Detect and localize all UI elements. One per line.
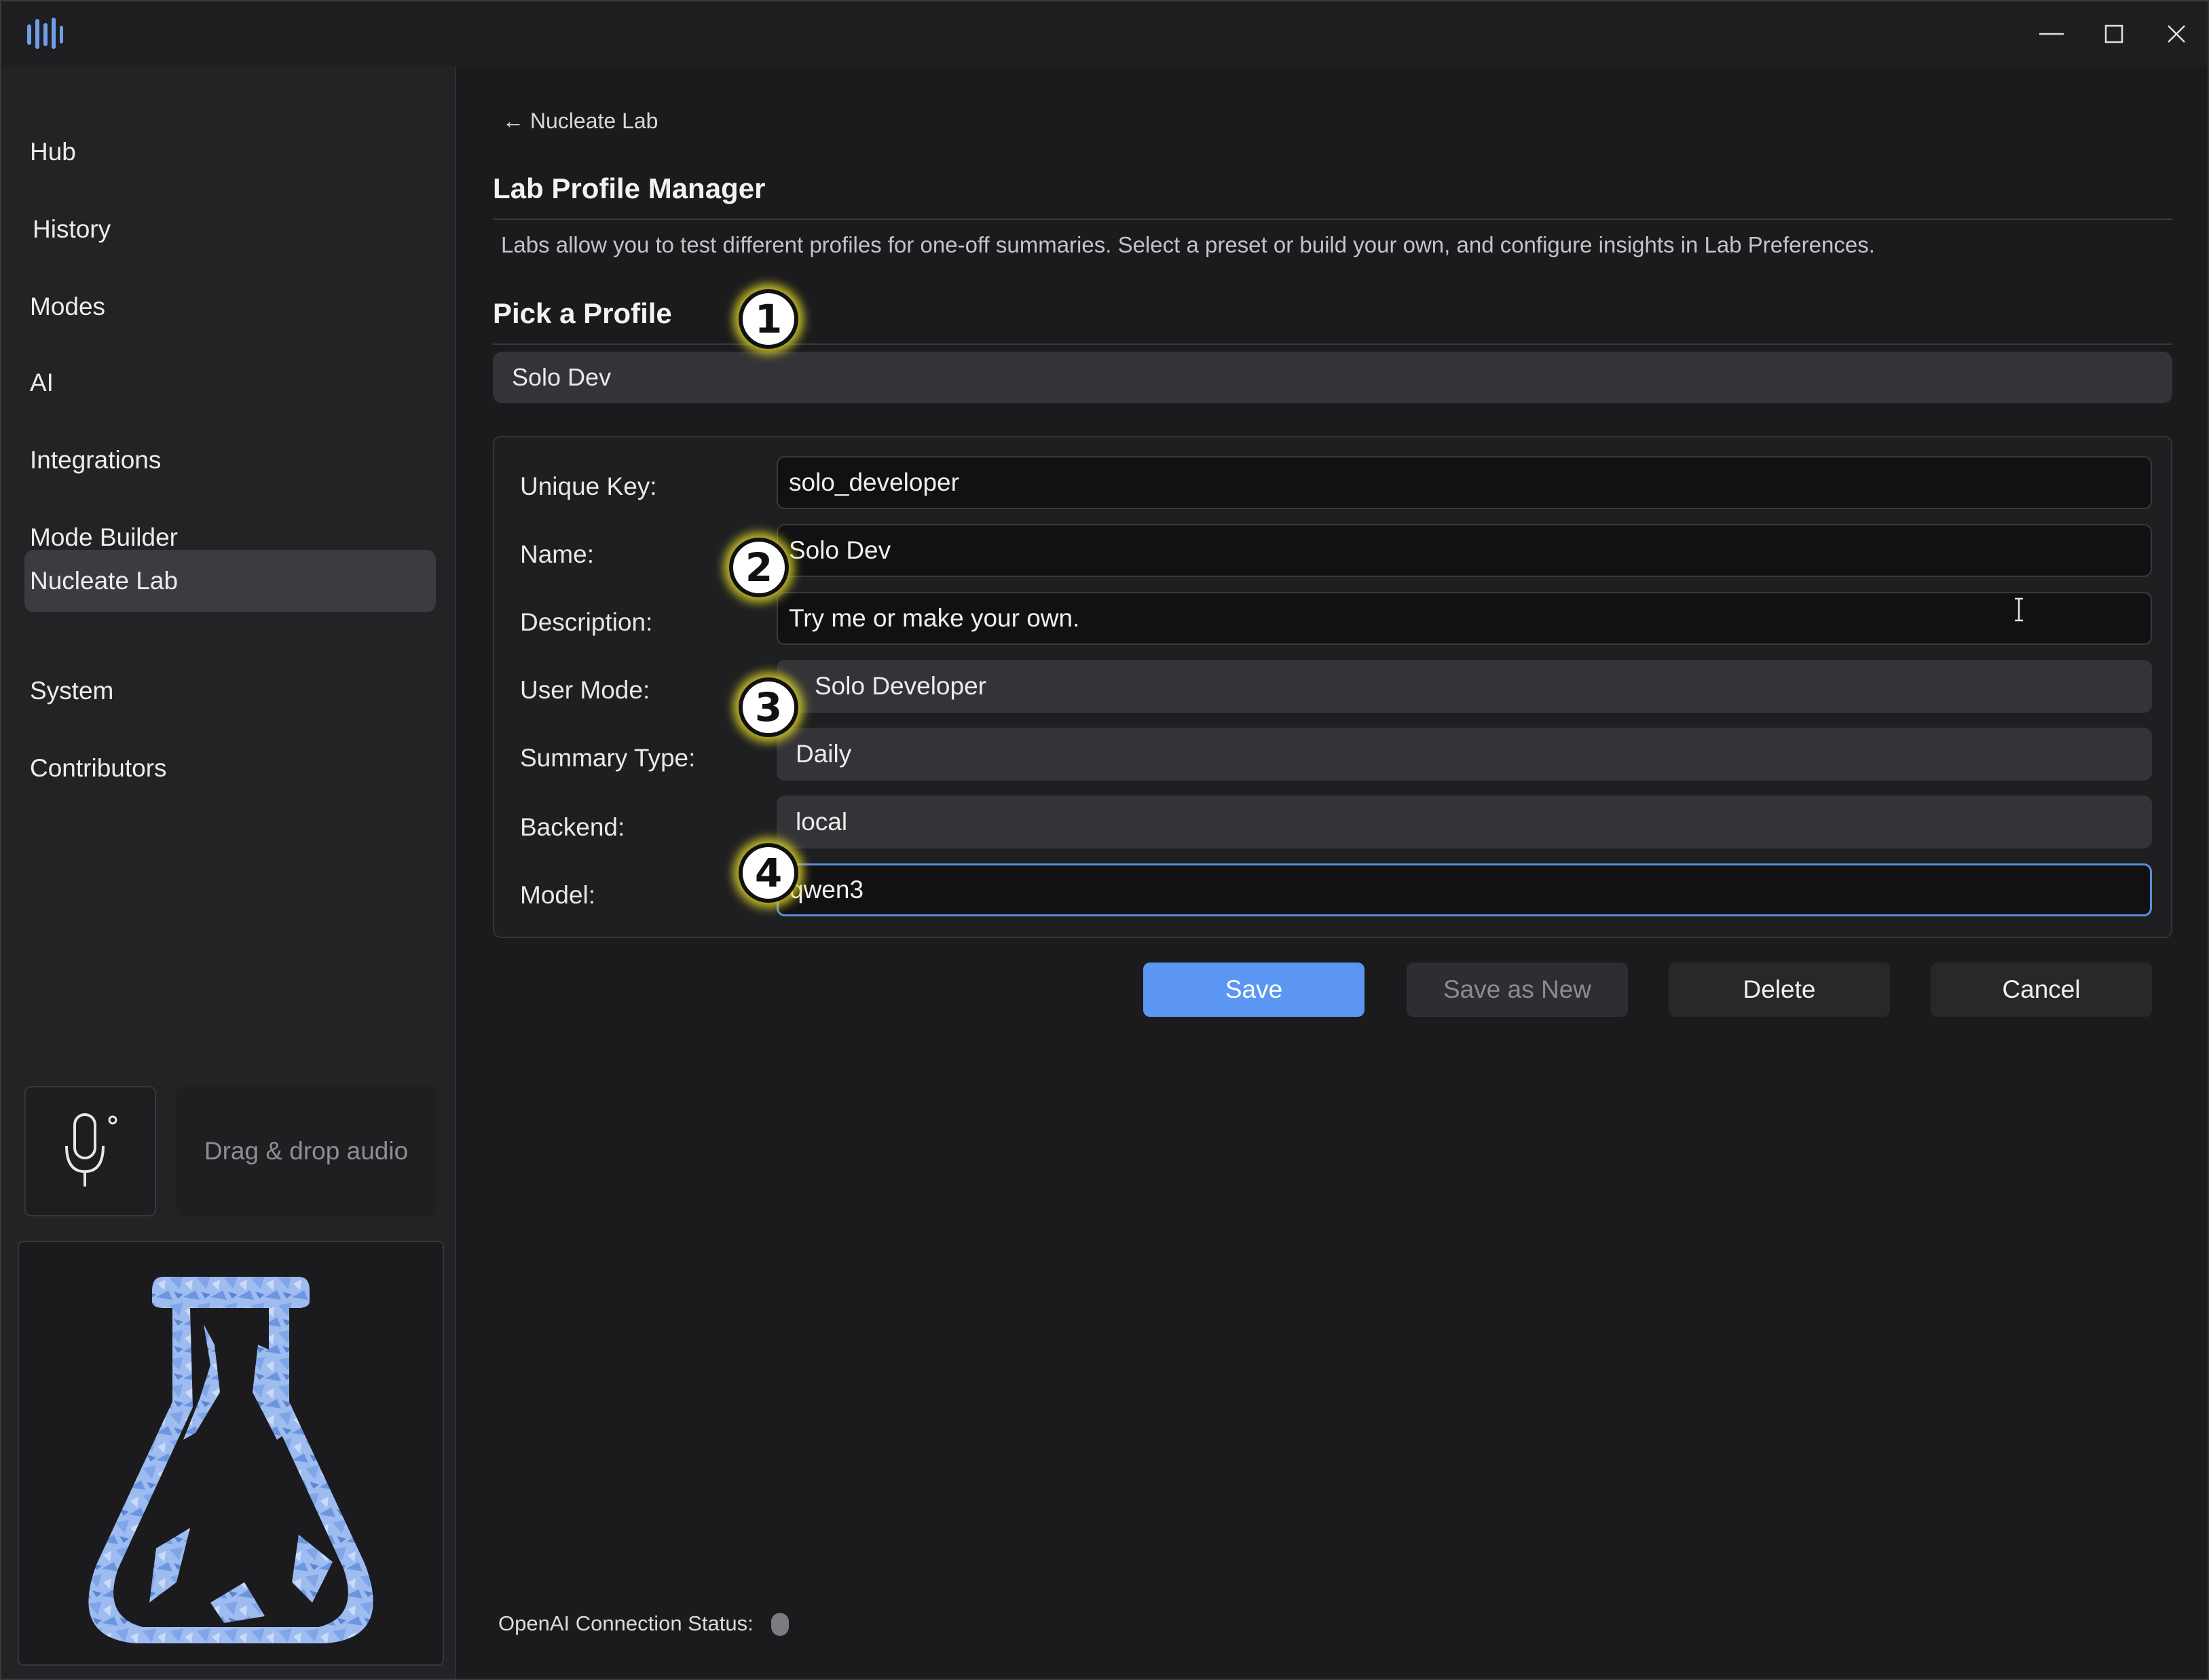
model-input[interactable]: qwen3: [777, 863, 2152, 916]
app-window: Hub History Modes AI Integrations Mode B…: [0, 0, 2209, 1680]
pick-profile-heading: Pick a Profile: [493, 297, 672, 329]
title-bar: [1, 1, 2208, 67]
sidebar-item-system[interactable]: System: [24, 660, 436, 722]
flask-illustration-panel: [18, 1241, 444, 1666]
minimize-icon: [2039, 33, 2064, 35]
name-label: Name:: [520, 540, 594, 568]
sidebar: Hub History Modes AI Integrations Mode B…: [1, 67, 456, 1679]
backend-label: Backend:: [520, 813, 625, 841]
cancel-button[interactable]: Cancel: [1931, 963, 2152, 1017]
dropzone-label: Drag & drop audio: [204, 1137, 409, 1165]
callout-marker-4: 4: [739, 843, 798, 903]
audio-dropzone[interactable]: Drag & drop audio: [177, 1086, 436, 1216]
section-divider: [493, 343, 2172, 345]
app-logo-icon: [27, 18, 63, 49]
save-button[interactable]: Save: [1143, 963, 1365, 1017]
sidebar-item-hub[interactable]: Hub: [24, 121, 436, 183]
description-label: Description:: [520, 608, 653, 636]
callout-marker-1: 1: [739, 289, 798, 349]
sidebar-item-ai[interactable]: AI: [24, 352, 436, 414]
close-icon: [2168, 25, 2185, 43]
backend-select[interactable]: local: [777, 796, 2152, 848]
minimize-button[interactable]: [2020, 1, 2083, 67]
profile-select[interactable]: Solo Dev: [493, 352, 2172, 403]
description-input[interactable]: Try me or make your own.: [777, 592, 2152, 645]
flask-icon: [88, 1277, 373, 1643]
close-button[interactable]: [2145, 1, 2208, 67]
main-content: ← Nucleate Lab Lab Profile Manager Labs …: [458, 67, 2208, 1679]
callout-marker-2: 2: [729, 538, 789, 597]
record-button[interactable]: [24, 1086, 156, 1216]
maximize-icon: [2104, 24, 2123, 43]
connection-status-label: OpenAI Connection Status:: [498, 1611, 754, 1635]
intro-text: Labs allow you to test different profile…: [501, 232, 1875, 257]
user-mode-label: User Mode:: [520, 676, 650, 704]
model-label: Model:: [520, 881, 596, 909]
connection-status-indicator: [771, 1613, 789, 1636]
title-divider: [493, 219, 2172, 220]
unique-key-label: Unique Key:: [520, 472, 657, 500]
sidebar-item-nucleate-lab[interactable]: Nucleate Lab: [24, 550, 436, 612]
sidebar-item-contributors[interactable]: Contributors: [24, 737, 436, 800]
sidebar-item-history[interactable]: History: [24, 198, 436, 261]
back-link[interactable]: ← Nucleate Lab: [502, 109, 658, 134]
user-mode-select[interactable]: Solo Developer: [777, 660, 2152, 713]
summary-type-select[interactable]: Daily: [777, 728, 2152, 781]
summary-type-label: Summary Type:: [520, 744, 696, 772]
unique-key-input[interactable]: solo_developer: [777, 456, 2152, 509]
save-as-new-button[interactable]: Save as New: [1407, 963, 1628, 1017]
name-input[interactable]: Solo Dev: [777, 524, 2152, 577]
delete-button[interactable]: Delete: [1669, 963, 1890, 1017]
page-title: Lab Profile Manager: [493, 172, 766, 204]
sidebar-item-modes[interactable]: Modes: [24, 276, 436, 338]
sidebar-item-integrations[interactable]: Integrations: [24, 429, 436, 491]
text-cursor-icon: [2015, 597, 2023, 622]
microphone-icon: [65, 1113, 117, 1187]
maximize-button[interactable]: [2083, 1, 2145, 67]
callout-marker-3: 3: [739, 677, 798, 737]
